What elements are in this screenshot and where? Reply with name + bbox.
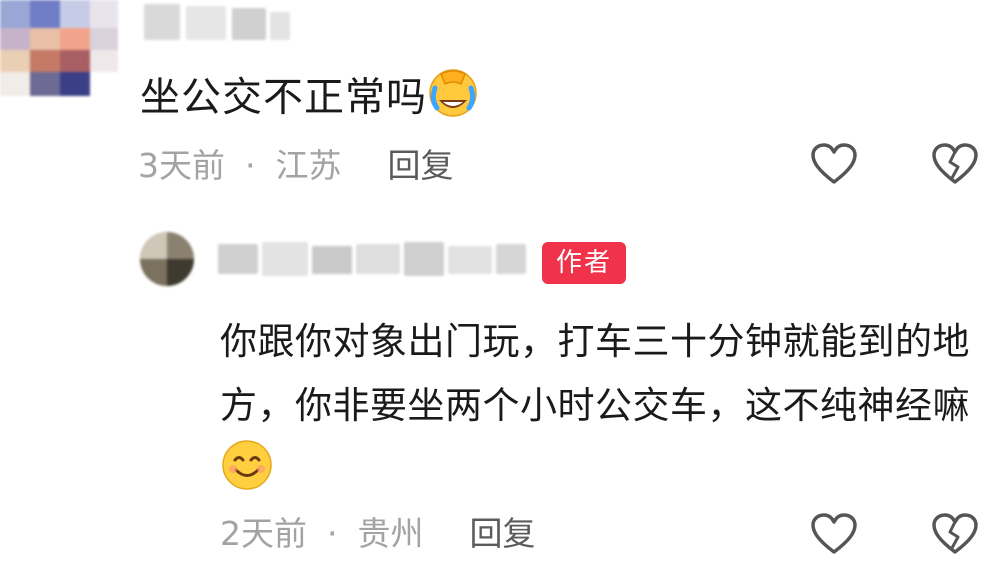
- separator: ·: [327, 514, 338, 553]
- reply-button[interactable]: 回复: [470, 514, 536, 553]
- reply-text: 你跟你对象出门玩，打车三十分钟就能到的地方，你非要坐两个小时公交车，这不纯神经嘛: [220, 310, 1000, 512]
- comment-meta: 3天前 · 江苏 回复: [138, 146, 454, 186]
- like-heart-icon[interactable]: [810, 512, 858, 560]
- reply-body: 你跟你对象出门玩，打车三十分钟就能到的地方，你非要坐两个小时公交车，这不纯神经嘛: [220, 320, 970, 427]
- separator: ·: [245, 146, 256, 185]
- reply-meta: 2天前 · 贵州 回复: [220, 514, 536, 554]
- username-redacted[interactable]: [140, 2, 290, 42]
- comment-text: 坐公交不正常吗: [140, 66, 479, 133]
- dislike-broken-heart-icon[interactable]: [931, 512, 979, 560]
- comment-time: 3天前: [138, 146, 225, 185]
- avatar[interactable]: [0, 0, 118, 96]
- comment-body: 坐公交不正常吗: [140, 74, 427, 121]
- reply-button[interactable]: 回复: [388, 146, 454, 185]
- comment-location: 江苏: [275, 146, 342, 185]
- smiling-emoji: [220, 438, 274, 512]
- reply-time: 2天前: [220, 514, 307, 553]
- author-badge: 作者: [542, 242, 626, 284]
- reply-location: 贵州: [357, 514, 424, 553]
- dislike-broken-heart-icon[interactable]: [931, 142, 979, 190]
- crying-laughing-emoji: [427, 66, 479, 133]
- author-avatar[interactable]: [140, 232, 194, 286]
- like-heart-icon[interactable]: [810, 142, 858, 190]
- author-username-redacted[interactable]: [218, 240, 528, 278]
